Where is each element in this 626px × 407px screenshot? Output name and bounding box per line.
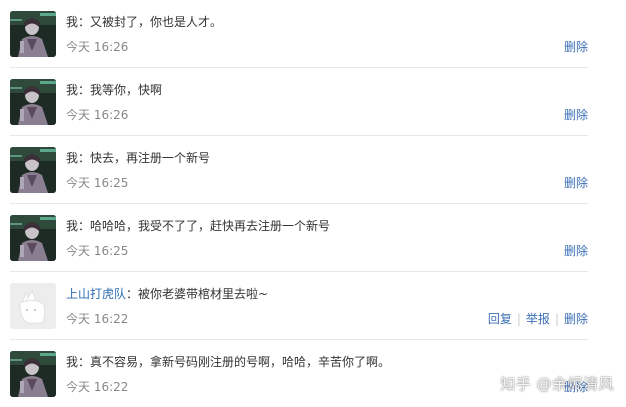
sender-name-link[interactable]: 上山打虎队 bbox=[66, 287, 126, 301]
avatar[interactable] bbox=[10, 79, 56, 125]
sender-name: 我 bbox=[66, 219, 79, 233]
delete-button[interactable]: 删除 bbox=[564, 40, 588, 54]
message-text: 真不容易，拿新号码刚注册的号啊，哈哈，辛苦你了啊。 bbox=[90, 355, 391, 369]
character-avatar-icon bbox=[10, 147, 56, 193]
avatar[interactable] bbox=[10, 351, 56, 397]
character-avatar-icon bbox=[10, 215, 56, 261]
message-line: 我：快去，再注册一个新号 bbox=[66, 150, 210, 166]
timestamp: 今天 16:25 bbox=[66, 176, 129, 190]
action-group: 删除 bbox=[564, 175, 588, 191]
action-divider: | bbox=[516, 312, 521, 326]
timestamp: 今天 16:22 bbox=[66, 380, 129, 394]
avatar[interactable] bbox=[10, 147, 56, 193]
message-line: 我：又被封了，你也是人才。 bbox=[66, 14, 222, 30]
message-text: 又被封了，你也是人才。 bbox=[90, 15, 223, 29]
action-group: 回复 | 举报 | 删除 bbox=[488, 311, 588, 327]
sender-separator: ： bbox=[78, 15, 91, 29]
message-text: 快去，再注册一个新号 bbox=[90, 151, 211, 165]
message-text: 哈哈哈，我受不了了，赶快再去注册一个新号 bbox=[90, 219, 331, 233]
message-text: 我等你，快啊 bbox=[90, 83, 163, 97]
action-divider: | bbox=[554, 312, 559, 326]
reply-button[interactable]: 回复 bbox=[488, 312, 512, 326]
message-line: 我：真不容易，拿新号码刚注册的号啊，哈哈，辛苦你了啊。 bbox=[66, 354, 390, 370]
timestamp: 今天 16:26 bbox=[66, 40, 129, 54]
watermark-text: 知乎 @余烬清风 bbox=[500, 375, 614, 393]
sender-name: 我 bbox=[66, 355, 79, 369]
default-avatar-icon bbox=[10, 283, 56, 329]
list-item: 我：又被封了，你也是人才。 今天 16:26 删除 bbox=[10, 0, 588, 68]
action-group: 删除 bbox=[564, 39, 588, 55]
message-list: 我：又被封了，你也是人才。 今天 16:26 删除 我：我等你，快啊 今天 16 bbox=[0, 0, 626, 407]
list-item: 我：我等你，快啊 今天 16:26 删除 bbox=[10, 68, 588, 136]
delete-button[interactable]: 删除 bbox=[564, 244, 588, 258]
timestamp: 今天 16:22 bbox=[66, 312, 129, 326]
list-item: 我：快去，再注册一个新号 今天 16:25 删除 bbox=[10, 136, 588, 204]
delete-button[interactable]: 删除 bbox=[564, 312, 588, 326]
timestamp: 今天 16:25 bbox=[66, 244, 129, 258]
list-item: 我：哈哈哈，我受不了了，赶快再去注册一个新号 今天 16:25 删除 bbox=[10, 204, 588, 272]
sender-name: 我 bbox=[66, 83, 79, 97]
delete-button[interactable]: 删除 bbox=[564, 108, 588, 122]
delete-button[interactable]: 删除 bbox=[564, 176, 588, 190]
avatar[interactable] bbox=[10, 215, 56, 261]
list-item: 上山打虎队：被你老婆带棺材里去啦~ 今天 16:22 回复 | 举报 | 删除 bbox=[10, 272, 588, 340]
timestamp: 今天 16:26 bbox=[66, 108, 129, 122]
character-avatar-icon bbox=[10, 79, 56, 125]
action-group: 删除 bbox=[564, 243, 588, 259]
sender-separator: ： bbox=[78, 151, 91, 165]
action-group: 删除 bbox=[564, 107, 588, 123]
sender-separator: ： bbox=[126, 287, 139, 301]
avatar[interactable] bbox=[10, 283, 56, 329]
message-line: 我：哈哈哈，我受不了了，赶快再去注册一个新号 bbox=[66, 218, 330, 234]
message-line: 上山打虎队：被你老婆带棺材里去啦~ bbox=[66, 286, 268, 302]
sender-separator: ： bbox=[78, 355, 91, 369]
sender-name: 我 bbox=[66, 15, 79, 29]
message-text: 被你老婆带棺材里去啦~ bbox=[138, 287, 269, 301]
sender-separator: ： bbox=[78, 219, 91, 233]
sender-name: 我 bbox=[66, 151, 79, 165]
character-avatar-icon bbox=[10, 351, 56, 397]
message-line: 我：我等你，快啊 bbox=[66, 82, 162, 98]
report-button[interactable]: 举报 bbox=[526, 312, 550, 326]
sender-separator: ： bbox=[78, 83, 91, 97]
avatar[interactable] bbox=[10, 11, 56, 57]
character-avatar-icon bbox=[10, 11, 56, 57]
